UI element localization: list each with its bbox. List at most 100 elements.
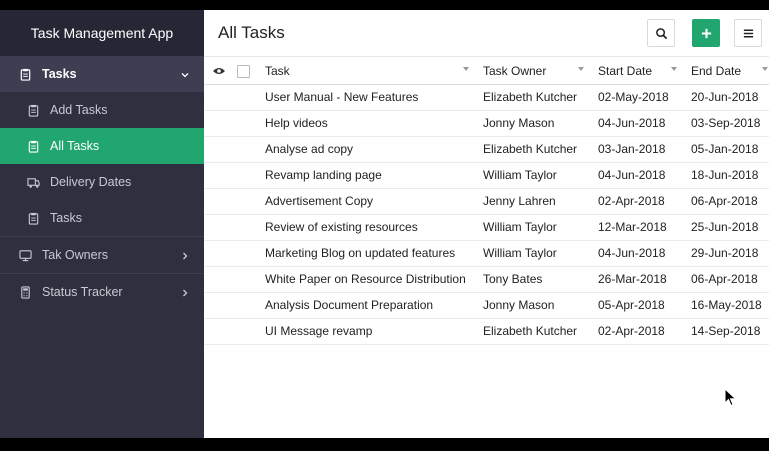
owner-cell: Jenny Lahren xyxy=(475,188,590,215)
start-date-cell: 12-Mar-2018 xyxy=(590,214,683,241)
end-date-cell: 14-Sep-2018 xyxy=(683,318,769,345)
sidebar-item-task-owners[interactable]: Tak Owners xyxy=(0,237,204,273)
start-date-cell: 02-May-2018 xyxy=(590,84,683,111)
chevron-right-icon xyxy=(180,250,190,260)
end-date-cell: 20-Jun-2018 xyxy=(683,84,769,111)
end-date-cell: 16-May-2018 xyxy=(683,292,769,319)
owner-cell: Elizabeth Kutcher xyxy=(475,84,590,111)
end-date-cell: 06-Apr-2018 xyxy=(683,188,769,215)
chevron-right-icon xyxy=(180,287,190,297)
task-cell: Help videos xyxy=(257,110,475,137)
sidebar-item-tasks[interactable]: Tasks xyxy=(0,56,204,92)
page-title: All Tasks xyxy=(218,23,285,42)
table-row[interactable]: User Manual - New Features Elizabeth Kutc… xyxy=(204,84,769,111)
owner-cell: Elizabeth Kutcher xyxy=(475,318,590,345)
column-header-end-date[interactable]: End Date xyxy=(683,57,769,85)
chevron-down-icon xyxy=(180,69,190,79)
table-row[interactable]: Review of existing resources William Tayl… xyxy=(204,214,769,241)
start-date-cell: 26-Mar-2018 xyxy=(590,266,683,293)
page-header: All Tasks xyxy=(204,10,769,57)
sidebar-item-label: Add Tasks xyxy=(50,103,108,117)
start-date-cell: 02-Apr-2018 xyxy=(590,188,683,215)
start-date-cell: 04-Jun-2018 xyxy=(590,110,683,137)
sidebar-item-all-tasks[interactable]: All Tasks xyxy=(0,128,204,164)
clipboard-icon xyxy=(26,103,40,117)
start-date-cell: 04-Jun-2018 xyxy=(590,162,683,189)
monitor-icon xyxy=(18,248,32,262)
sidebar-item-label: Status Tracker xyxy=(42,285,123,299)
owner-cell: Jonny Mason xyxy=(475,292,590,319)
end-date-cell: 18-Jun-2018 xyxy=(683,162,769,189)
end-date-cell: 29-Jun-2018 xyxy=(683,240,769,267)
plus-icon xyxy=(701,28,711,38)
table-row[interactable]: Advertisement Copy Jenny Lahren 02-Apr-201… xyxy=(204,188,769,215)
table-row[interactable]: White Paper on Resource Distribution Tony… xyxy=(204,266,769,293)
start-date-cell: 05-Apr-2018 xyxy=(590,292,683,319)
app-window: Task Management App Tasks Add Tasks All … xyxy=(0,10,769,438)
sort-caret-icon[interactable] xyxy=(762,67,768,71)
task-cell: Analyse ad copy xyxy=(257,136,475,163)
owner-cell: William Taylor xyxy=(475,240,590,267)
table-row[interactable]: Revamp landing page William Taylor 04-Jun-… xyxy=(204,162,769,189)
sidebar-item-label: Tasks xyxy=(50,211,82,225)
sidebar-item-status-tracker[interactable]: Status Tracker xyxy=(0,274,204,310)
end-date-cell: 06-Apr-2018 xyxy=(683,266,769,293)
task-cell: Analysis Document Preparation xyxy=(257,292,475,319)
task-cell: User Manual - New Features xyxy=(257,84,475,111)
select-all-checkbox[interactable] xyxy=(237,64,250,78)
start-date-cell: 04-Jun-2018 xyxy=(590,240,683,267)
task-cell: White Paper on Resource Distribution xyxy=(257,266,475,293)
owner-cell: Jonny Mason xyxy=(475,110,590,137)
tasks-table: Task Task Owner Start Date End Date User… xyxy=(204,57,769,345)
column-header-task-owner[interactable]: Task Owner xyxy=(475,57,590,85)
column-header-task[interactable]: Task xyxy=(257,57,475,85)
table-row[interactable]: Help videos Jonny Mason 04-Jun-2018 03-Sep-… xyxy=(204,110,769,137)
sort-caret-icon[interactable] xyxy=(578,67,584,71)
menu-button[interactable] xyxy=(734,19,762,47)
end-date-cell: 25-Jun-2018 xyxy=(683,214,769,241)
task-cell: Marketing Blog on updated features xyxy=(257,240,475,267)
clipboard-icon xyxy=(26,139,40,153)
clipboard-icon xyxy=(26,211,40,225)
table-row[interactable]: Analyse ad copy Elizabeth Kutcher 03-Jan-2… xyxy=(204,136,769,163)
table-header-row: Task Task Owner Start Date End Date xyxy=(204,57,769,85)
sort-caret-icon[interactable] xyxy=(463,67,469,71)
task-cell: Advertisement Copy xyxy=(257,188,475,215)
sidebar-item-label: Delivery Dates xyxy=(50,175,132,189)
sidebar-item-add-tasks[interactable]: Add Tasks xyxy=(0,92,204,128)
end-date-cell: 03-Sep-2018 xyxy=(683,110,769,137)
table-row[interactable]: Marketing Blog on updated features Willia… xyxy=(204,240,769,267)
sidebar-item-tasks-report[interactable]: Tasks xyxy=(0,200,204,236)
eye-icon xyxy=(213,68,225,75)
sidebar-item-label: All Tasks xyxy=(50,139,100,153)
end-date-cell: 05-Jan-2018 xyxy=(683,136,769,163)
sidebar-item-label: Tasks xyxy=(42,67,77,81)
search-icon xyxy=(655,27,667,39)
select-all-checkbox-cell xyxy=(229,57,257,85)
add-task-button[interactable] xyxy=(692,19,720,47)
start-date-cell: 02-Apr-2018 xyxy=(590,318,683,345)
main-panel: All Tasks Task Task Owner Start Date End… xyxy=(204,10,769,438)
start-date-cell: 03-Jan-2018 xyxy=(590,136,683,163)
table-row[interactable]: UI Message revamp Elizabeth Kutcher 02-Apr… xyxy=(204,318,769,345)
search-button[interactable] xyxy=(647,19,675,47)
hamburger-menu-icon xyxy=(743,29,753,37)
truck-icon xyxy=(26,175,40,189)
calculator-icon xyxy=(18,285,32,299)
sidebar-item-delivery-dates[interactable]: Delivery Dates xyxy=(0,164,204,200)
sidebar: Task Management App Tasks Add Tasks All … xyxy=(0,10,204,438)
owner-cell: Tony Bates xyxy=(475,266,590,293)
table-row[interactable]: Analysis Document Preparation Jonny Mason… xyxy=(204,292,769,319)
sort-caret-icon[interactable] xyxy=(671,67,677,71)
column-visibility-toggle[interactable] xyxy=(204,57,229,85)
mouse-cursor-icon xyxy=(724,388,737,407)
owner-cell: Elizabeth Kutcher xyxy=(475,136,590,163)
task-cell: Revamp landing page xyxy=(257,162,475,189)
task-cell: UI Message revamp xyxy=(257,318,475,345)
clipboard-icon xyxy=(18,67,32,81)
owner-cell: William Taylor xyxy=(475,214,590,241)
sidebar-item-label: Tak Owners xyxy=(42,248,108,262)
owner-cell: William Taylor xyxy=(475,162,590,189)
column-header-start-date[interactable]: Start Date xyxy=(590,57,683,85)
app-title: Task Management App xyxy=(0,10,204,56)
